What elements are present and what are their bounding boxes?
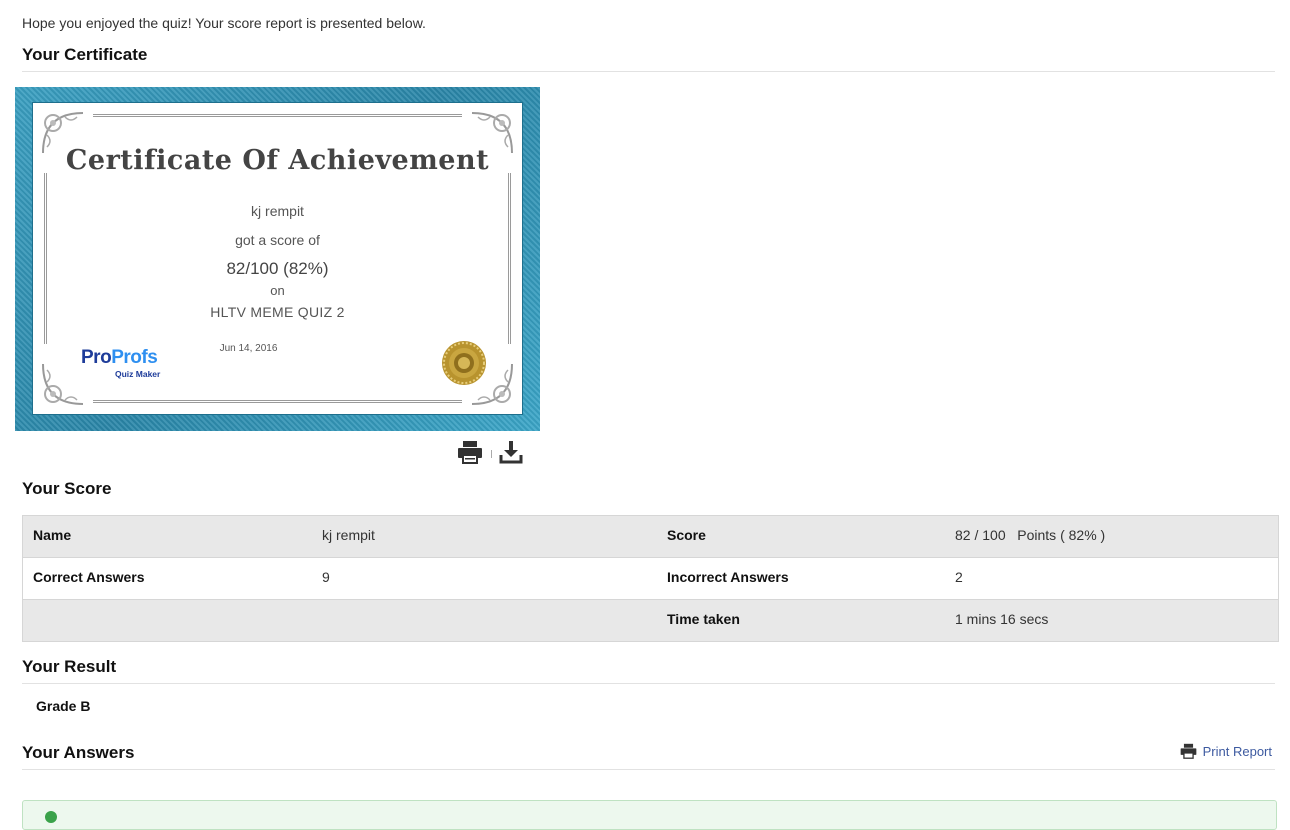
download-icon[interactable] [499, 440, 523, 464]
section-title-answers: Your Answers [22, 743, 135, 762]
certificate-score: 82/100 (82%) [226, 259, 329, 278]
certificate-border-top [93, 114, 462, 117]
score-label: Score [667, 527, 706, 543]
divider [22, 769, 1275, 770]
correct-answers-value: 9 [322, 569, 330, 585]
table-row: Name kj rempit Score 82 / 100 Points ( 8… [23, 516, 1278, 558]
printer-icon[interactable] [457, 440, 483, 464]
divider [22, 683, 1275, 684]
section-title-result: Your Result [22, 657, 117, 676]
section-title-score: Your Score [22, 479, 112, 498]
print-report-link[interactable]: Print Report [1180, 743, 1272, 759]
correct-indicator-icon [45, 811, 57, 823]
table-row: Time taken 1 mins 16 secs [23, 600, 1278, 642]
time-taken-label: Time taken [667, 611, 740, 627]
section-title-certificate: Your Certificate [22, 45, 148, 64]
printer-icon [1180, 743, 1196, 759]
certificate-border-bottom [93, 400, 462, 403]
intro-text: Hope you enjoyed the quiz! Your score re… [22, 15, 426, 31]
name-value: kj rempit [322, 527, 375, 543]
certificate-on: on [270, 283, 285, 298]
time-taken-value: 1 mins 16 secs [955, 611, 1049, 627]
answer-item [22, 800, 1277, 830]
certificate-paper: Certificate Of Achievement kj rempit got… [33, 103, 522, 414]
certificate-quiz-name: HLTV MEME QUIZ 2 [210, 304, 345, 320]
grade-text: Grade B [36, 698, 91, 714]
certificate-recipient: kj rempit [251, 203, 304, 219]
certificate-title: Certificate Of Achievement [65, 145, 490, 176]
certificate-got-score: got a score of [235, 232, 320, 248]
score-table: Name kj rempit Score 82 / 100 Points ( 8… [22, 515, 1279, 642]
gold-seal-icon [442, 341, 486, 385]
name-label: Name [33, 527, 72, 543]
proprofs-logo: ProProfs Quiz Maker [81, 347, 161, 379]
incorrect-answers-value: 2 [955, 569, 963, 585]
tool-separator [491, 450, 492, 458]
table-row: Correct Answers 9 Incorrect Answers 2 [23, 558, 1278, 600]
incorrect-answers-label: Incorrect Answers [667, 569, 789, 585]
divider [22, 71, 1275, 72]
print-report-label: Print Report [1202, 743, 1272, 759]
score-value: 82 / 100 Points ( 82% ) [955, 527, 1106, 543]
correct-answers-label: Correct Answers [33, 569, 145, 585]
certificate-image: Certificate Of Achievement kj rempit got… [15, 87, 540, 431]
certificate-date: Jun 14, 2016 [219, 343, 278, 354]
